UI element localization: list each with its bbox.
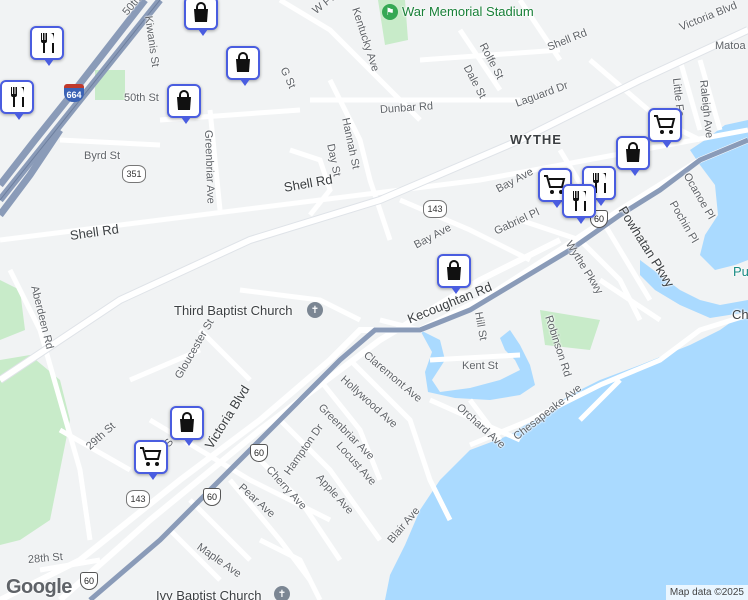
label-greenbriar-ave-north: Greenbriar Ave — [202, 129, 217, 204]
shopping-bag-pin[interactable] — [226, 46, 260, 86]
label-third-baptist-church: Third Baptist Church — [174, 303, 293, 318]
shopping-bag-pin[interactable] — [616, 136, 650, 176]
shopping-bag-icon — [177, 90, 191, 110]
interstate-664-shield: 664 — [64, 84, 84, 102]
label-50th-st: 50th St — [124, 92, 159, 104]
shopping-cart-icon — [654, 115, 676, 134]
shopping-bag-pin[interactable] — [437, 254, 471, 294]
route-351-shield: 351 — [122, 165, 146, 183]
shopping-bag-icon — [194, 2, 208, 22]
shopping-bag-pin[interactable] — [167, 84, 201, 124]
map-canvas[interactable]: W Pe Kentucky Ave ⚑ War Memorial Stadium… — [0, 0, 748, 600]
us-60-shield: 60 — [80, 572, 98, 590]
shopping-bag-icon — [447, 260, 461, 280]
shopping-bag-icon — [180, 412, 194, 432]
shopping-cart-pin[interactable] — [134, 440, 168, 480]
map-attribution[interactable]: Map data ©2025 — [665, 585, 748, 600]
shopping-cart-pin[interactable] — [648, 108, 682, 148]
route-143-shield-north: 143 — [423, 200, 447, 218]
label-ch: Ch — [732, 307, 748, 322]
us-60-shield: 60 — [203, 488, 221, 506]
label-byrd-st: Byrd St — [84, 150, 121, 162]
restaurant-icon — [41, 33, 54, 53]
map-base-layer — [0, 0, 748, 600]
restaurant-icon — [573, 191, 586, 211]
label-pu: Pu — [733, 264, 748, 279]
restaurant-pin[interactable] — [30, 26, 64, 66]
shopping-bag-icon — [626, 142, 640, 162]
route-143-shield-south: 143 — [126, 490, 150, 508]
label-ivy-baptist-church: Ivy Baptist Church — [156, 588, 262, 600]
label-war-memorial-stadium: War Memorial Stadium — [402, 4, 534, 19]
restaurant-pin[interactable] — [0, 80, 34, 120]
us-60-shield: 60 — [250, 444, 268, 462]
restaurant-pin[interactable] — [562, 184, 596, 224]
shopping-bag-pin[interactable] — [170, 406, 204, 446]
label-kent-st: Kent St — [462, 360, 499, 372]
google-logo: Google — [6, 576, 72, 598]
church-icon: ✝ — [274, 586, 290, 600]
shopping-cart-icon — [140, 447, 162, 466]
stadium-icon: ⚑ — [382, 4, 398, 20]
shopping-bag-icon — [236, 52, 250, 72]
label-wythe: WYTHE — [510, 132, 562, 147]
restaurant-icon — [11, 87, 24, 107]
church-icon: ✝ — [307, 302, 323, 318]
shopping-bag-pin[interactable] — [184, 0, 218, 36]
label-matoaka: Matoa — [715, 40, 746, 52]
